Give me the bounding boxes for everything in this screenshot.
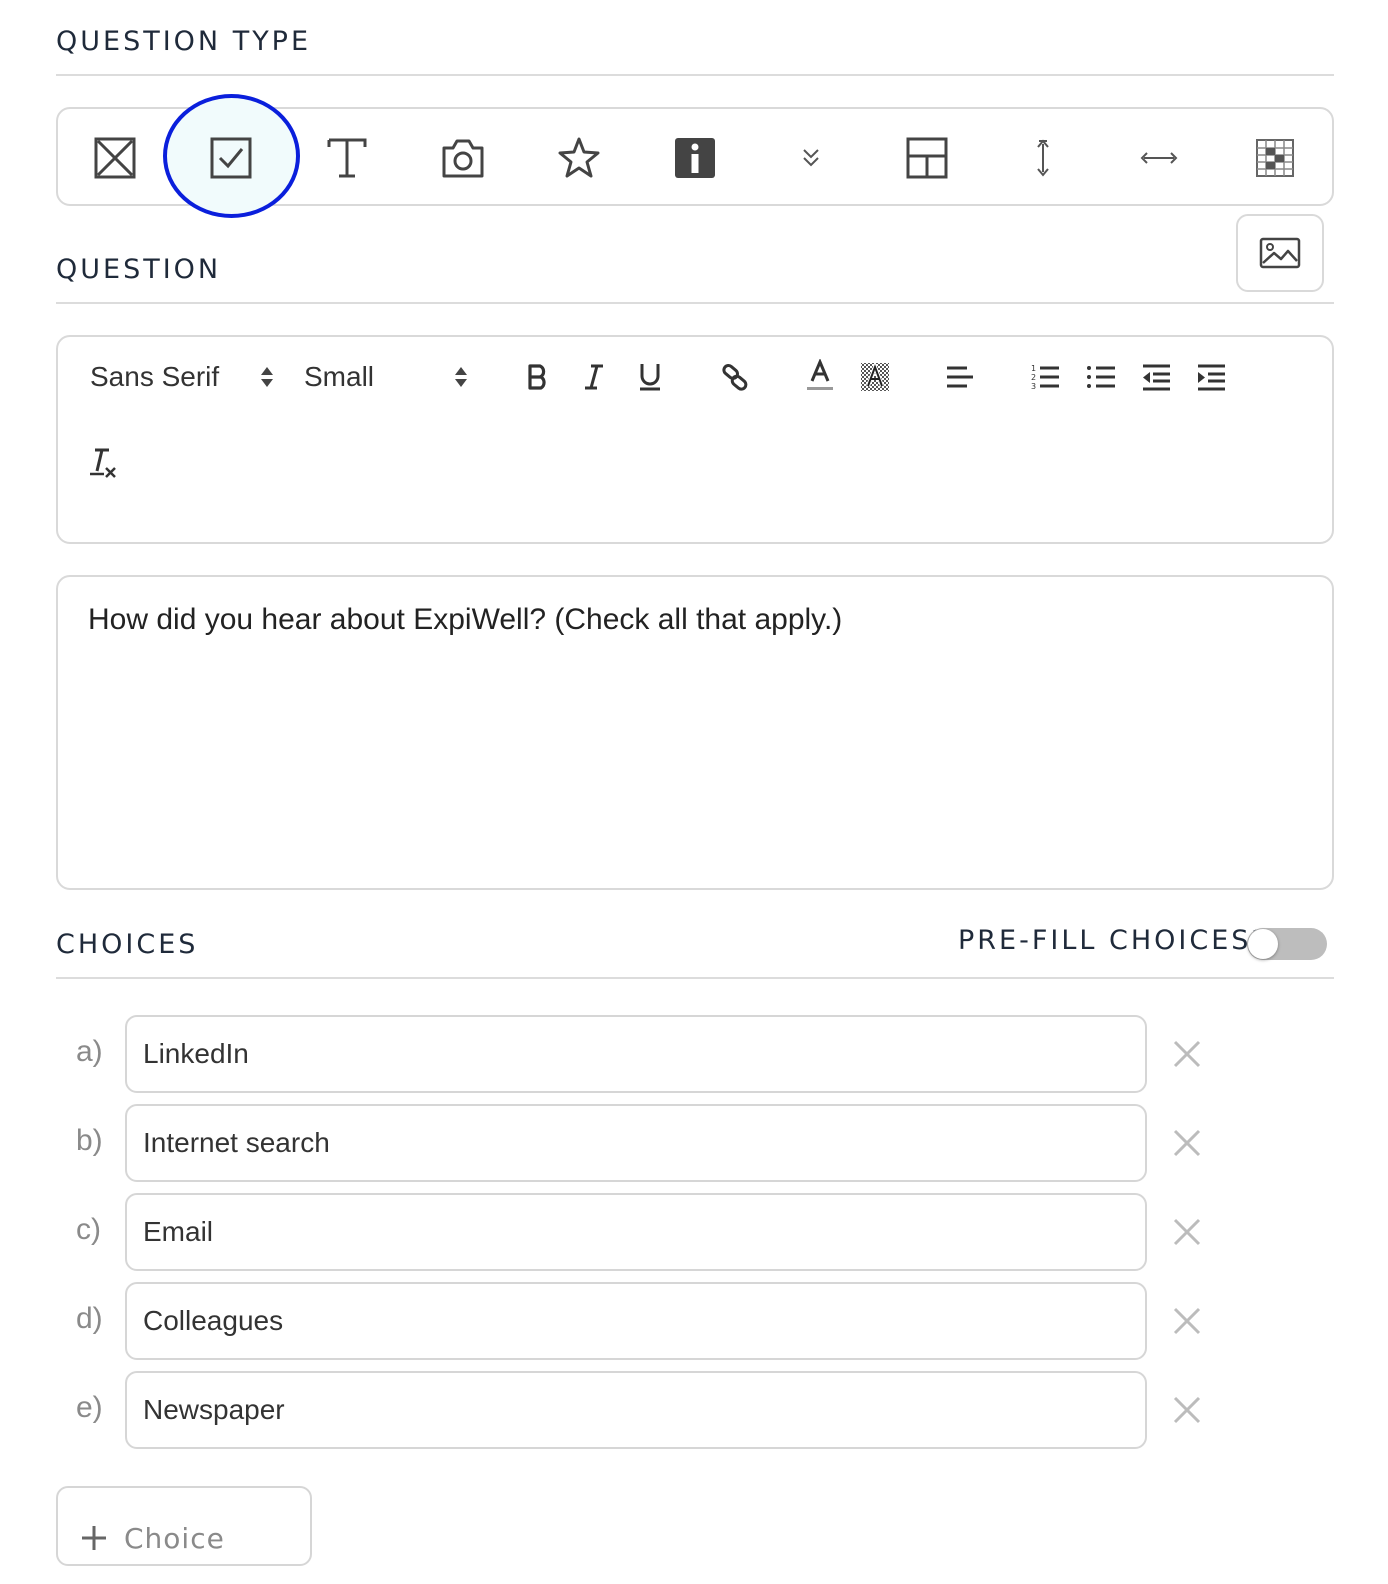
double-chevron-down-icon[interactable] (785, 132, 837, 184)
font-size-arrows-icon (450, 362, 472, 392)
prefill-choices-label: PRE-FILL CHOICES? (958, 925, 1269, 956)
question-text: How did you hear about ExpiWell? (Check … (88, 603, 843, 636)
choices-divider (56, 977, 1334, 979)
clear-format-icon[interactable] (86, 444, 120, 482)
text-icon[interactable] (321, 132, 373, 184)
remove-choice-icon[interactable] (1172, 1395, 1202, 1425)
indent-icon[interactable] (1195, 358, 1227, 396)
align-left-icon[interactable] (944, 358, 976, 396)
insert-image-button[interactable] (1236, 214, 1324, 292)
remove-choice-icon[interactable] (1172, 1217, 1202, 1247)
outdent-icon[interactable] (1140, 358, 1172, 396)
add-choice-label: Choice (124, 1522, 225, 1555)
font-family-arrows-icon (256, 362, 278, 392)
choice-letter: e) (76, 1391, 103, 1424)
crossed-box-icon[interactable] (89, 132, 141, 184)
bullet-list-icon[interactable] (1085, 358, 1117, 396)
choice-row: d) Colleagues (0, 1282, 1388, 1360)
question-type-label: QUESTION TYPE (56, 26, 312, 57)
choice-letter: c) (76, 1213, 101, 1246)
question-divider (56, 302, 1334, 304)
choice-row: c) Email (0, 1193, 1388, 1271)
svg-text:2: 2 (1031, 373, 1036, 382)
vertical-slider-icon[interactable] (1017, 132, 1069, 184)
text-color-icon[interactable] (804, 356, 836, 396)
svg-text:3: 3 (1031, 382, 1036, 391)
horizontal-slider-icon[interactable] (1133, 132, 1185, 184)
bold-icon[interactable] (522, 358, 554, 396)
choice-input[interactable]: Newspaper (125, 1371, 1147, 1449)
choice-input[interactable]: Colleagues (125, 1282, 1147, 1360)
svg-text:1: 1 (1031, 364, 1036, 373)
link-icon[interactable] (718, 358, 752, 396)
star-icon[interactable] (553, 132, 605, 184)
choice-input[interactable]: LinkedIn (125, 1015, 1147, 1093)
choice-row: a) LinkedIn (0, 1015, 1388, 1093)
add-choice-button[interactable]: Choice (56, 1486, 312, 1566)
highlight-color-icon[interactable] (859, 358, 891, 396)
choice-input[interactable]: Internet search (125, 1104, 1147, 1182)
choice-letter: a) (76, 1035, 103, 1068)
plus-icon (82, 1526, 106, 1550)
choice-letter: d) (76, 1302, 103, 1335)
font-family-select[interactable]: Sans Serif (90, 358, 219, 396)
camera-icon[interactable] (437, 132, 489, 184)
choice-row: e) Newspaper (0, 1371, 1388, 1449)
prefill-choices-toggle[interactable] (1247, 928, 1327, 960)
question-type-divider (56, 74, 1334, 76)
checkbox-icon[interactable] (205, 132, 257, 184)
image-icon (1259, 237, 1301, 269)
choices-label: CHOICES (56, 929, 199, 960)
remove-choice-icon[interactable] (1172, 1128, 1202, 1158)
choice-input[interactable]: Email (125, 1193, 1147, 1271)
ordered-list-icon[interactable]: 123 (1029, 358, 1061, 396)
choice-row: b) Internet search (0, 1104, 1388, 1182)
remove-choice-icon[interactable] (1172, 1306, 1202, 1336)
choice-letter: b) (76, 1124, 103, 1157)
italic-icon[interactable] (578, 358, 610, 396)
question-label: QUESTION (56, 254, 222, 285)
remove-choice-icon[interactable] (1172, 1039, 1202, 1069)
font-size-select[interactable]: Small (304, 358, 374, 396)
grid-table-icon[interactable] (1249, 132, 1301, 184)
layout-icon[interactable] (901, 132, 953, 184)
underline-icon[interactable] (634, 358, 666, 396)
toggle-knob (1248, 929, 1278, 959)
info-icon[interactable] (669, 132, 721, 184)
